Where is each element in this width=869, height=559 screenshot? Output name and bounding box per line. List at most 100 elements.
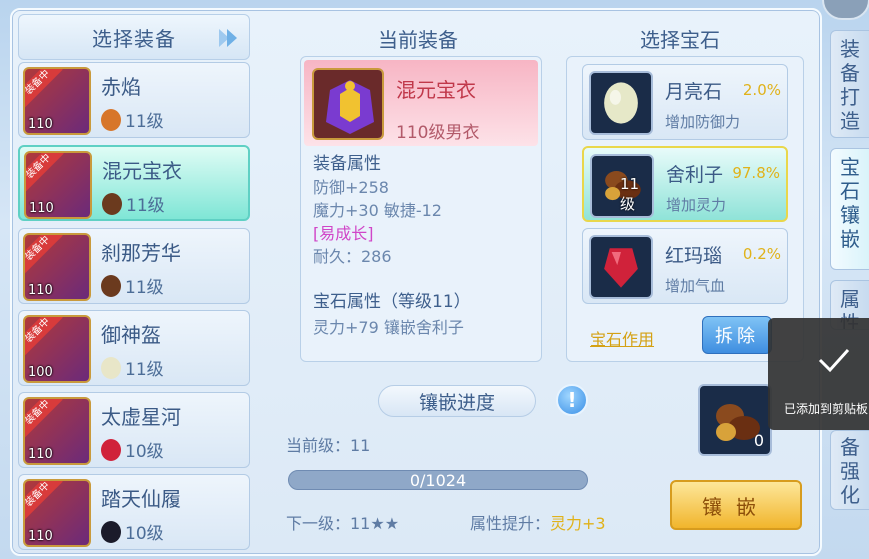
gem-name: 红玛瑙 <box>665 245 723 267</box>
item-level: 110 <box>28 529 53 544</box>
tab-enhance[interactable]: 备强化 <box>830 430 869 510</box>
gem-slot[interactable]: 0 <box>698 384 772 456</box>
slot-count: 0 <box>753 431 764 450</box>
gem-icon <box>101 356 121 379</box>
equipment-item[interactable]: 装备中 100 御神盔 11级 <box>18 310 250 386</box>
equipment-thumbnail: 装备中 110 <box>23 479 91 547</box>
select-equipment-header[interactable]: 选择装备 <box>18 14 250 60</box>
item-name: 赤焰 <box>101 75 141 99</box>
tab-label: 宝石镶嵌 <box>840 155 860 251</box>
gem-level: 11级 <box>620 175 640 213</box>
attr-line: 防御+258 <box>313 178 389 197</box>
attr-line: 魔力+30 敏捷-12 <box>313 201 442 220</box>
gem-effect-link[interactable]: 宝石作用 <box>590 326 654 350</box>
item-gem: 10级 <box>101 437 164 462</box>
gem-icon: 11级 <box>590 154 654 218</box>
item-level: 110 <box>28 447 53 462</box>
item-level: 100 <box>28 365 53 380</box>
next-level: 下一级：11★★ <box>286 514 400 533</box>
item-gem-level: 11级 <box>125 278 164 298</box>
item-name: 太虚星河 <box>101 405 181 429</box>
close-button[interactable] <box>822 0 869 20</box>
equipment-item[interactable]: 装备中 110 混元宝衣 11级 <box>18 145 250 221</box>
gem-icon <box>101 520 121 543</box>
item-gem: 11级 <box>101 107 164 132</box>
gem-percent: 2.0% <box>742 81 781 99</box>
item-gem: 10级 <box>101 519 164 544</box>
item-gem-level: 11级 <box>125 360 164 380</box>
clipboard-toast: 已添加到剪贴板 <box>768 318 869 430</box>
gem-percent: 0.2% <box>742 245 781 263</box>
tab-forge[interactable]: 装备打造 <box>830 30 869 138</box>
equipment-header: 混元宝衣 110级男衣 <box>304 60 538 146</box>
item-level: 110 <box>28 117 53 132</box>
boost-value: 灵力+3 <box>550 514 606 533</box>
gem-card[interactable]: 红玛瑙 0.2% 增加气血 <box>582 228 788 304</box>
gem-icon <box>589 71 653 135</box>
equipment-image <box>312 68 384 140</box>
gem-attr-header: 宝石属性（等级11） <box>313 292 471 312</box>
item-level: 110 <box>28 283 53 298</box>
attr-header: 装备属性 <box>313 154 381 174</box>
tab-gem-inlay[interactable]: 宝石镶嵌 <box>830 148 869 270</box>
tab-label: 备强化 <box>840 435 860 507</box>
item-name: 刹那芳华 <box>101 241 181 265</box>
chevron-icon <box>219 29 237 47</box>
gem-name: 月亮石 <box>665 81 723 103</box>
gem-attr-line: 灵力+79 镶嵌舍利子 <box>313 318 464 337</box>
gem-card[interactable]: 月亮石 2.0% 增加防御力 <box>582 64 788 140</box>
gem-attributes: 宝石属性（等级11） 灵力+79 镶嵌舍利子 <box>313 289 471 341</box>
equipment-thumbnail: 装备中 110 <box>23 397 91 465</box>
inlay-progress-title: 镶嵌进度 <box>378 385 536 417</box>
item-name: 御神盔 <box>101 323 161 347</box>
gem-icon <box>101 438 121 461</box>
equipped-tag: 装备中 <box>25 235 63 274</box>
item-level: 110 <box>29 201 54 216</box>
progress-text: 0/1024 <box>409 470 467 490</box>
equipped-tag: 装备中 <box>25 317 63 356</box>
gem-icon <box>101 274 121 297</box>
equipped-tag: 装备中 <box>25 69 63 108</box>
info-icon[interactable]: ! <box>556 384 588 416</box>
equipment-item[interactable]: 装备中 110 赤焰 11级 <box>18 62 250 138</box>
item-gem: 11级 <box>101 273 164 298</box>
item-name: 踏天仙履 <box>101 487 181 511</box>
select-gem-title: 选择宝石 <box>640 28 720 52</box>
item-gem: 11级 <box>101 355 164 380</box>
equipment-item[interactable]: 装备中 110 太虚星河 10级 <box>18 392 250 468</box>
gem-icon <box>101 108 121 131</box>
equipment-thumbnail: 装备中 110 <box>23 67 91 135</box>
item-gem-level: 11级 <box>125 112 164 132</box>
boost-label: 属性提升： <box>470 514 551 533</box>
item-gem: 11级 <box>102 191 165 216</box>
equipment-subtitle: 110级男衣 <box>396 123 480 143</box>
gem-icon <box>589 235 653 299</box>
equipment-item[interactable]: 装备中 110 踏天仙履 10级 <box>18 474 250 550</box>
select-equipment-label: 选择装备 <box>92 26 176 51</box>
tab-label: 装备打造 <box>840 37 860 133</box>
item-name: 混元宝衣 <box>102 159 182 183</box>
gem-icon <box>102 192 122 215</box>
gem-description: 增加灵力 <box>666 196 727 214</box>
attribute-boost: 属性提升：灵力+3 <box>470 510 606 534</box>
inlay-button[interactable]: 镶嵌 <box>670 480 802 530</box>
gem-percent: 97.8% <box>732 164 780 182</box>
current-equipment-title: 当前装备 <box>378 28 458 52</box>
equipment-attributes: 装备属性 防御+258 魔力+30 敏捷-12 [易成长] 耐久：286 <box>313 153 442 268</box>
gem-description: 增加防御力 <box>665 113 741 131</box>
attr-line: 耐久：286 <box>313 247 392 266</box>
checkmark-icon <box>818 348 850 373</box>
equipment-name: 混元宝衣 <box>396 78 476 102</box>
gem-card[interactable]: 11级 舍利子 97.8% 增加灵力 <box>582 146 788 222</box>
current-level: 当前级：11 <box>286 436 371 455</box>
current-equipment-panel: 混元宝衣 110级男衣 装备属性 防御+258 魔力+30 敏捷-12 [易成长… <box>300 56 542 362</box>
item-gem-level: 10级 <box>125 524 164 544</box>
item-gem-level: 10级 <box>125 442 164 462</box>
equipped-tag: 装备中 <box>25 481 63 520</box>
gem-name: 舍利子 <box>666 164 724 186</box>
remove-button[interactable]: 拆除 <box>702 316 772 354</box>
equipment-thumbnail: 装备中 110 <box>23 233 91 301</box>
equipped-tag: 装备中 <box>25 399 63 438</box>
equipment-item[interactable]: 装备中 110 刹那芳华 11级 <box>18 228 250 304</box>
attr-line: [易成长] <box>313 224 374 243</box>
